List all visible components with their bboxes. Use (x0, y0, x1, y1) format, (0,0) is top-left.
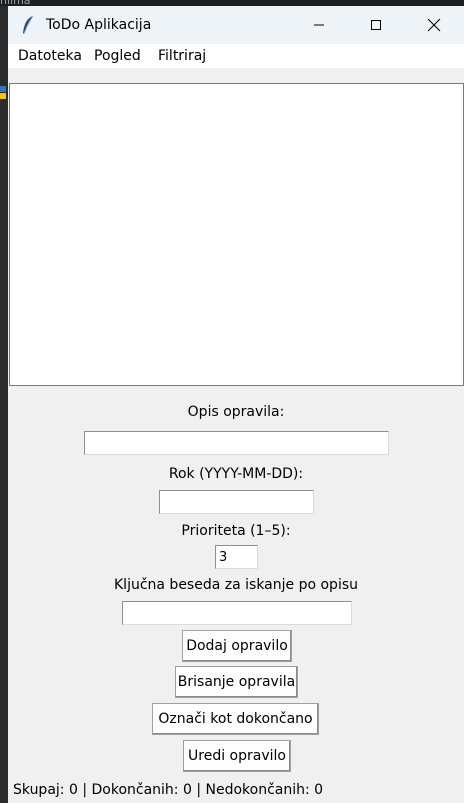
menu-bar: Datoteka Pogled Filtriraj (8, 44, 464, 68)
menu-datoteka[interactable]: Datoteka (18, 48, 82, 64)
mark-done-button[interactable]: Označi kot dokončano (152, 703, 319, 735)
maximize-icon (371, 20, 381, 30)
maximize-button[interactable] (347, 6, 405, 44)
delete-task-button[interactable]: Brisanje opravila (175, 666, 298, 698)
add-task-button[interactable]: Dodaj opravilo (182, 630, 292, 662)
background-python-icon (0, 86, 6, 100)
priority-input[interactable] (215, 545, 258, 569)
app-window: ToDo Aplikacija Datoteka Pogled Filtrira… (8, 6, 464, 803)
priority-label: Prioriteta (1–5): (181, 523, 291, 539)
menu-filtriraj[interactable]: Filtriraj (158, 48, 206, 64)
keyword-search-input[interactable] (122, 601, 352, 625)
tk-feather-icon (21, 15, 35, 35)
close-button[interactable] (405, 6, 463, 44)
window-title: ToDo Aplikacija (46, 17, 152, 33)
close-icon (427, 18, 441, 32)
task-listbox[interactable] (9, 83, 464, 386)
title-bar: ToDo Aplikacija (8, 6, 464, 44)
status-bar: Skupaj: 0 | Dokončanih: 0 | Nedokončanih… (13, 782, 324, 798)
edit-task-button[interactable]: Uredi opravilo (183, 740, 291, 772)
deadline-input[interactable] (159, 490, 314, 514)
description-label: Opis opravila: (187, 404, 285, 420)
menu-pogled[interactable]: Pogled (94, 48, 141, 64)
deadline-label: Rok (YYYY-MM-DD): (168, 466, 304, 482)
minimize-button[interactable] (290, 6, 348, 44)
description-input[interactable] (84, 431, 389, 455)
keyword-label: Ključna beseda za iskanje po opisu (114, 577, 358, 593)
minimize-icon (314, 24, 324, 26)
